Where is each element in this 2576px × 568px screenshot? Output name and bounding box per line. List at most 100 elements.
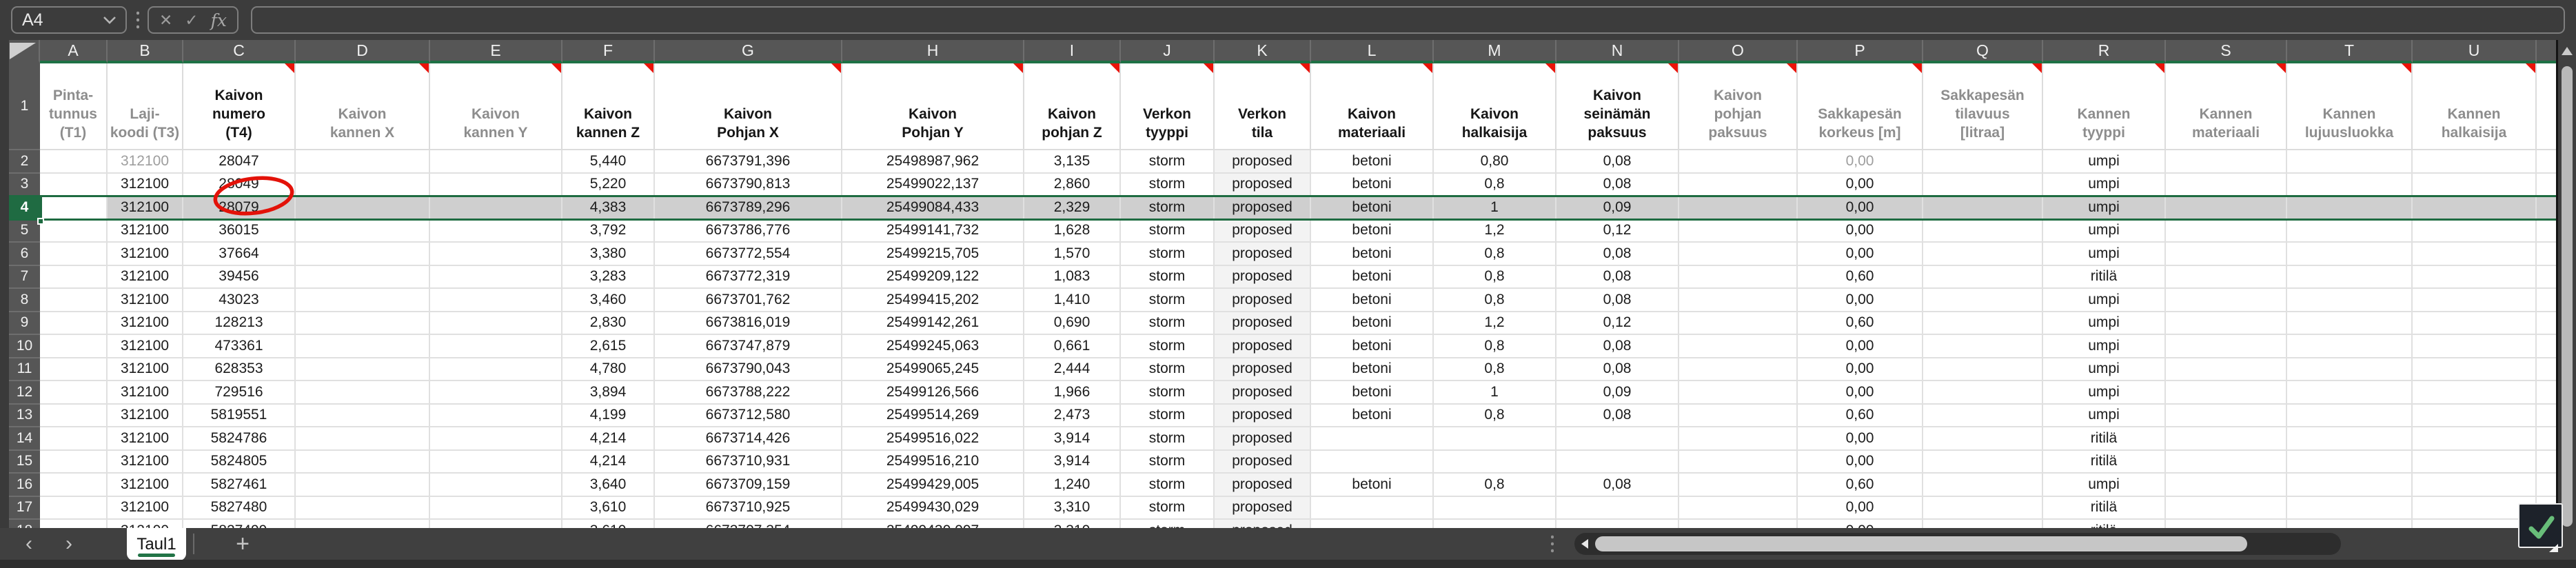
cell-G5[interactable]: 6673786,776 — [655, 220, 842, 243]
cell-F7[interactable]: 3,283 — [562, 266, 655, 290]
cell-D8[interactable] — [296, 289, 430, 312]
header-cell-H1[interactable]: Kaivon Pohjan Y — [842, 63, 1024, 150]
cell-K8[interactable]: proposed — [1215, 289, 1311, 312]
cell-A8[interactable] — [40, 289, 108, 312]
cell-P16[interactable]: 0,60 — [1798, 474, 1923, 497]
cell-M8[interactable]: 0,8 — [1434, 289, 1556, 312]
header-cell-K1[interactable]: Verkon tila — [1215, 63, 1311, 150]
cell-S5[interactable] — [2166, 220, 2287, 243]
cell-stub[interactable] — [2537, 358, 2556, 382]
cell-stub[interactable] — [2537, 474, 2556, 497]
cell-K18[interactable]: proposed — [1215, 520, 1311, 528]
cell-O5[interactable] — [1679, 220, 1798, 243]
formula-input[interactable] — [251, 6, 2565, 34]
cell-A5[interactable] — [40, 220, 108, 243]
cell-A6[interactable] — [40, 243, 108, 266]
cell-K7[interactable]: proposed — [1215, 266, 1311, 290]
cell-G9[interactable]: 6673816,019 — [655, 312, 842, 336]
cell-D11[interactable] — [296, 358, 430, 382]
cell-R8[interactable]: umpi — [2043, 289, 2166, 312]
cell-K5[interactable]: proposed — [1215, 220, 1311, 243]
cell-J14[interactable]: storm — [1121, 427, 1215, 451]
cell-Q17[interactable] — [1923, 497, 2043, 520]
cell-L14[interactable] — [1311, 427, 1434, 451]
cell-O18[interactable] — [1679, 520, 1798, 528]
cell-M6[interactable]: 0,8 — [1434, 243, 1556, 266]
cell-Q13[interactable] — [1923, 405, 2043, 428]
cell-D7[interactable] — [296, 266, 430, 290]
header-cell-P1[interactable]: Sakkapesän korkeus [m] — [1798, 63, 1923, 150]
cell-A4[interactable] — [40, 196, 108, 220]
cell-M7[interactable]: 0,8 — [1434, 266, 1556, 290]
cell-D6[interactable] — [296, 243, 430, 266]
cell-M15[interactable] — [1434, 451, 1556, 474]
cell-H9[interactable]: 25499142,261 — [842, 312, 1024, 336]
cell-U8[interactable] — [2413, 289, 2537, 312]
cell-G11[interactable]: 6673790,043 — [655, 358, 842, 382]
cell-H10[interactable]: 25499245,063 — [842, 335, 1024, 358]
cell-U2[interactable] — [2413, 150, 2537, 174]
column-header-F[interactable]: F — [562, 40, 655, 63]
cell-R16[interactable]: umpi — [2043, 474, 2166, 497]
cell-Q4[interactable] — [1923, 196, 2043, 220]
cell-B11[interactable]: 312100 — [108, 358, 183, 382]
cell-N17[interactable] — [1556, 497, 1679, 520]
cell-E9[interactable] — [430, 312, 562, 336]
cell-L9[interactable]: betoni — [1311, 312, 1434, 336]
cell-N8[interactable]: 0,08 — [1556, 289, 1679, 312]
cell-S10[interactable] — [2166, 335, 2287, 358]
cell-L17[interactable] — [1311, 497, 1434, 520]
cell-C11[interactable]: 628353 — [183, 358, 296, 382]
cell-R3[interactable]: umpi — [2043, 174, 2166, 197]
cell-G7[interactable]: 6673772,319 — [655, 266, 842, 290]
column-header-B[interactable]: B — [108, 40, 183, 63]
cell-E16[interactable] — [430, 474, 562, 497]
cell-M17[interactable] — [1434, 497, 1556, 520]
cell-stub[interactable] — [2537, 174, 2556, 197]
cell-I15[interactable]: 3,914 — [1024, 451, 1121, 474]
cell-stub[interactable] — [2537, 196, 2556, 220]
header-cell-N1[interactable]: Kaivon seinämän paksuus — [1556, 63, 1679, 150]
cell-stub[interactable] — [2537, 381, 2556, 405]
cell-E15[interactable] — [430, 451, 562, 474]
cell-Q14[interactable] — [1923, 427, 2043, 451]
cell-P12[interactable]: 0,00 — [1798, 381, 1923, 405]
header-cell-C1[interactable]: Kaivon numero (T4) — [183, 63, 296, 150]
header-cell-T1[interactable]: Kannen lujuusluokka — [2287, 63, 2413, 150]
header-cell-M1[interactable]: Kaivon halkaisija — [1434, 63, 1556, 150]
cell-P8[interactable]: 0,00 — [1798, 289, 1923, 312]
cell-I8[interactable]: 1,410 — [1024, 289, 1121, 312]
cell-Q16[interactable] — [1923, 474, 2043, 497]
cell-D17[interactable] — [296, 497, 430, 520]
cell-Q12[interactable] — [1923, 381, 2043, 405]
cell-P17[interactable]: 0,00 — [1798, 497, 1923, 520]
cell-Q8[interactable] — [1923, 289, 2043, 312]
cell-P3[interactable]: 0,00 — [1798, 174, 1923, 197]
header-cell-stub[interactable] — [2537, 63, 2556, 150]
cell-K15[interactable]: proposed — [1215, 451, 1311, 474]
cell-G2[interactable]: 6673791,396 — [655, 150, 842, 174]
cell-N11[interactable]: 0,08 — [1556, 358, 1679, 382]
cell-B9[interactable]: 312100 — [108, 312, 183, 336]
cell-G3[interactable]: 6673790,813 — [655, 174, 842, 197]
cell-I4[interactable]: 2,329 — [1024, 196, 1121, 220]
cell-F4[interactable]: 4,383 — [562, 196, 655, 220]
cell-A15[interactable] — [40, 451, 108, 474]
cell-I14[interactable]: 3,914 — [1024, 427, 1121, 451]
cell-D5[interactable] — [296, 220, 430, 243]
cell-J18[interactable]: storm — [1121, 520, 1215, 528]
cell-D16[interactable] — [296, 474, 430, 497]
cell-S3[interactable] — [2166, 174, 2287, 197]
column-header-J[interactable]: J — [1121, 40, 1215, 63]
cell-F5[interactable]: 3,792 — [562, 220, 655, 243]
cell-I7[interactable]: 1,083 — [1024, 266, 1121, 290]
cell-P11[interactable]: 0,00 — [1798, 358, 1923, 382]
cell-D2[interactable] — [296, 150, 430, 174]
cell-M12[interactable]: 1 — [1434, 381, 1556, 405]
cell-P13[interactable]: 0,60 — [1798, 405, 1923, 428]
cell-A9[interactable] — [40, 312, 108, 336]
cell-O3[interactable] — [1679, 174, 1798, 197]
cell-O17[interactable] — [1679, 497, 1798, 520]
cell-T17[interactable] — [2287, 497, 2413, 520]
cell-N9[interactable]: 0,12 — [1556, 312, 1679, 336]
